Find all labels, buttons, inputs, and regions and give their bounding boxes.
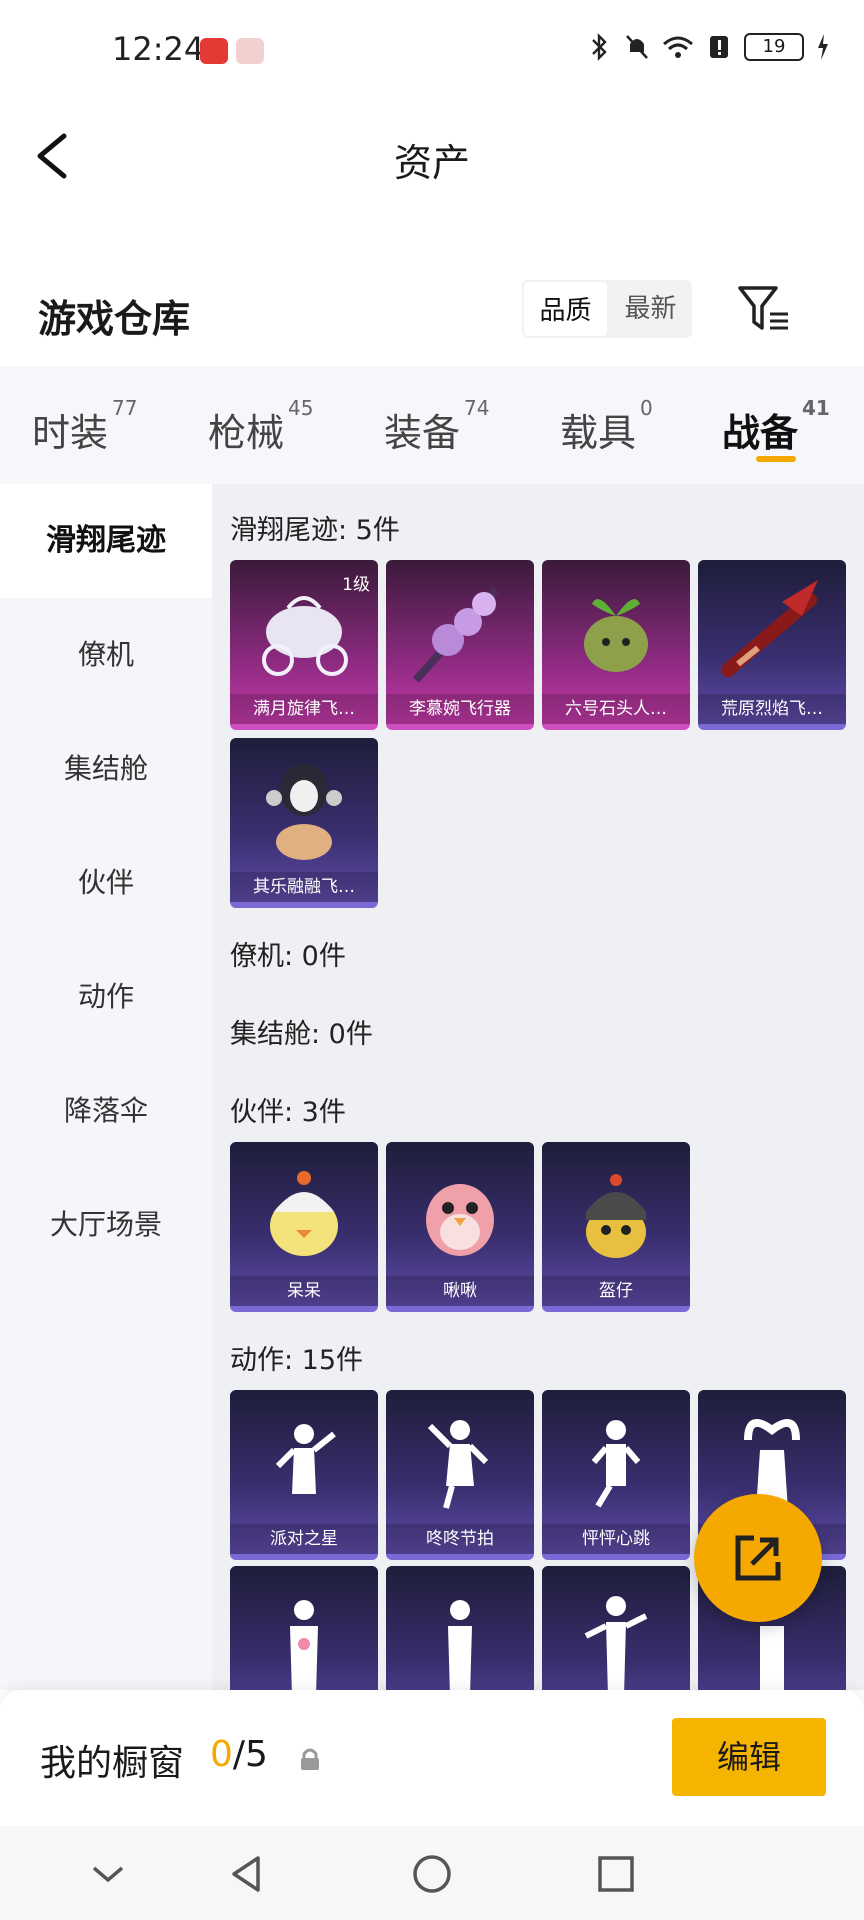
helmet-chick-partner-icon (586, 1174, 646, 1258)
sidebar-item-parachute[interactable]: 降落伞 (0, 1054, 212, 1168)
tab-vehicles[interactable]: 载具0 (560, 396, 653, 457)
status-bar: 12:24 19 (0, 0, 864, 100)
wifi-icon (663, 36, 693, 58)
item-level-badge: 1级 (342, 575, 370, 595)
item-name: 啾啾 (386, 1276, 534, 1306)
sidebar-item-wingman[interactable]: 僚机 (0, 598, 212, 712)
sidebar-item-partner[interactable]: 伙伴 (0, 826, 212, 940)
sort-by-quality-button[interactable]: 品质 (522, 280, 609, 338)
item-card[interactable]: 咚咚节拍 (386, 1390, 534, 1560)
dancer-silhouette-icon (448, 1600, 472, 1690)
item-name: 派对之星 (230, 1524, 378, 1554)
active-tab-indicator (756, 456, 796, 462)
system-nav-bar (0, 1826, 864, 1920)
battery-indicator: 19 (744, 33, 804, 61)
warehouse-title: 游戏仓库 (38, 297, 191, 341)
showcase-bar: 我的橱窗 0/5 编辑 (0, 1690, 864, 1826)
dancer-silhouette-icon (584, 1596, 648, 1690)
item-card[interactable]: 怦怦心跳 (542, 1390, 690, 1560)
section-title-partner: 伙伴: 3件 (230, 1097, 346, 1128)
section-title-wingman: 僚机: 0件 (230, 941, 346, 972)
item-card[interactable]: 其乐融融飞… (230, 738, 378, 908)
sprout-creature-icon (584, 599, 648, 672)
item-name: 满月旋律飞… (230, 694, 378, 724)
penguin-glider-icon (266, 764, 342, 860)
nav-home-icon[interactable] (408, 1850, 456, 1898)
notification-app-icon (200, 38, 228, 64)
section-title-emote: 动作: 15件 (230, 1345, 364, 1376)
item-name: 其乐融融飞… (230, 872, 378, 902)
item-name: 六号石头人… (542, 694, 690, 724)
tab-fashion[interactable]: 时装77 (32, 396, 137, 457)
item-card[interactable]: 派对之星 (230, 1390, 378, 1560)
pink-bird-partner-icon (426, 1184, 494, 1256)
section-title-assembly-pod: 集结舱: 0件 (230, 1019, 373, 1050)
bluetooth-icon (592, 33, 607, 61)
nav-recents-icon[interactable] (592, 1850, 640, 1898)
status-time: 12:24 (112, 30, 205, 68)
share-button[interactable] (694, 1494, 822, 1622)
item-card[interactable]: 呆呆 (230, 1142, 378, 1312)
sidebar-item-assembly-pod[interactable]: 集结舱 (0, 712, 212, 826)
mute-bell-icon (626, 35, 648, 59)
nav-back-icon[interactable] (224, 1850, 272, 1898)
sidebar-item-emote[interactable]: 动作 (0, 940, 212, 1054)
page-title: 资产 (393, 141, 470, 185)
flame-glider-icon (721, 580, 818, 677)
item-card[interactable]: 盔仔 (542, 1142, 690, 1312)
dancer-silhouette-icon (275, 1424, 336, 1494)
tab-firearms[interactable]: 枪械45 (208, 396, 313, 457)
showcase-count: 0/5 (210, 1734, 268, 1775)
item-name: 呆呆 (230, 1276, 378, 1306)
alert-icon (710, 36, 728, 58)
dancer-silhouette-icon (591, 1420, 641, 1508)
sidebar-item-lobby-scene[interactable]: 大厅场景 (0, 1168, 212, 1282)
edit-button[interactable]: 编辑 (672, 1718, 826, 1796)
sidebar-item-glide-trail[interactable]: 滑翔尾迹 (0, 484, 212, 598)
tab-combat-gear[interactable]: 战备41 (722, 396, 830, 457)
dancer-silhouette-icon (290, 1600, 318, 1690)
item-card[interactable]: 1级 满月旋律飞… (230, 560, 378, 730)
item-name: 怦怦心跳 (542, 1524, 690, 1554)
notification-app-icon-2 (236, 38, 264, 64)
tab-equipment[interactable]: 装备74 (384, 396, 489, 457)
charging-icon (818, 34, 828, 60)
dancer-silhouette-icon (427, 1420, 489, 1509)
item-card[interactable]: 六号石头人… (542, 560, 690, 730)
showcase-label: 我的橱窗 (40, 1743, 185, 1784)
category-tabs: 时装77 枪械45 装备74 载具0 战备41 (0, 366, 864, 484)
item-name: 盔仔 (542, 1276, 690, 1306)
app-header: 资产 (0, 100, 864, 210)
lock-icon (301, 1748, 319, 1770)
item-card[interactable]: 啾啾 (386, 1142, 534, 1312)
item-card[interactable] (542, 1566, 690, 1690)
item-name: 咚咚节拍 (386, 1524, 534, 1554)
item-card[interactable]: 李慕婉飞行器 (386, 560, 534, 730)
item-card[interactable]: 荒原烈焰飞… (698, 560, 846, 730)
item-name: 荒原烈焰飞… (698, 694, 846, 724)
share-icon (735, 1535, 781, 1581)
chick-partner-icon (270, 1171, 338, 1256)
sort-toggle: 品质 最新 (522, 280, 692, 338)
sort-by-newest-button[interactable]: 最新 (609, 280, 692, 338)
item-card[interactable] (386, 1566, 534, 1690)
filter-icon[interactable] (736, 284, 792, 334)
item-card[interactable] (230, 1566, 378, 1690)
chevron-down-icon[interactable] (84, 1850, 132, 1898)
item-name: 李慕婉飞行器 (386, 694, 534, 724)
section-title-glide-trail: 滑翔尾迹: 5件 (230, 515, 400, 546)
flower-glider-icon (413, 587, 499, 683)
subcategory-sidebar: 滑翔尾迹 僚机 集结舱 伙伴 动作 降落伞 大厅场景 (0, 484, 212, 1690)
